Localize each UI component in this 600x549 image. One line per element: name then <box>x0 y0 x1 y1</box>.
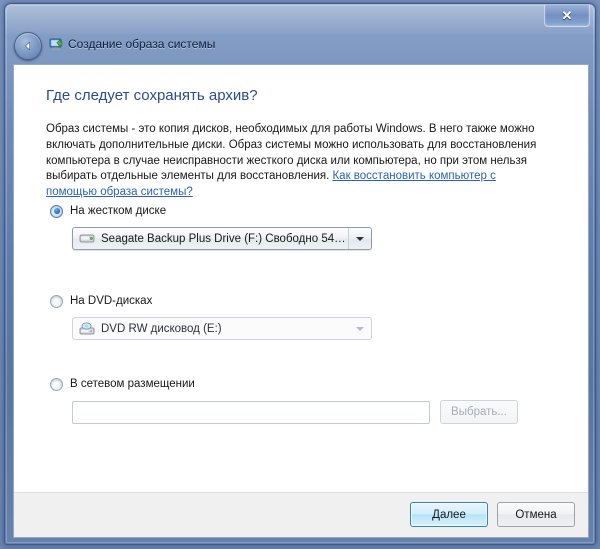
back-button[interactable] <box>14 32 42 60</box>
browse-button[interactable]: Выбрать... <box>440 400 518 424</box>
close-button[interactable]: ✕ <box>544 5 590 27</box>
footer-button-group: Далее Отмена <box>410 502 575 527</box>
network-path-row: Выбрать... <box>72 400 518 424</box>
next-button[interactable]: Далее <box>410 502 488 527</box>
wizard-page: Где следует сохранять архив? Образ систе… <box>14 65 588 493</box>
dvd-combobox[interactable]: DVD RW дисковод (E:) <box>72 317 372 340</box>
option-dvd: На DVD-дисках DVD RW диск <box>50 293 152 309</box>
radio-hard-disk-label: На жестком диске <box>70 205 166 217</box>
dvd-drive-icon <box>79 321 95 337</box>
radio-network-label: В сетевом размещении <box>70 378 195 390</box>
system-image-icon <box>48 37 64 53</box>
chevron-down-icon-dvd[interactable] <box>349 327 371 331</box>
titlebar: ✕ Создание образа системы <box>5 4 596 66</box>
back-arrow-icon <box>15 33 41 59</box>
chevron-down-icon[interactable] <box>348 228 371 249</box>
window-title: Создание образа системы <box>68 37 215 51</box>
radio-hard-disk-indicator[interactable] <box>50 205 63 218</box>
page-description: Образ системы - это копия дисков, необхо… <box>46 122 550 201</box>
option-hard-disk: На жестком диске Seagate Backup Plus Dri… <box>50 203 166 219</box>
page-title: Где следует сохранять архив? <box>46 87 258 104</box>
dialog-client-area: Где следует сохранять архив? Образ систе… <box>13 64 589 538</box>
dialog-footer: Далее Отмена <box>14 492 588 537</box>
dvd-combobox-value: DVD RW дисковод (E:) <box>101 323 349 335</box>
radio-network[interactable]: В сетевом размещении <box>50 376 195 392</box>
radio-dvd-label: На DVD-дисках <box>70 295 152 307</box>
network-path-input[interactable] <box>72 401 430 424</box>
option-network: В сетевом размещении Выбрать... <box>50 376 195 392</box>
hard-drive-icon <box>79 231 95 247</box>
close-icon: ✕ <box>545 5 589 26</box>
screen: ✕ Создание образа системы <box>0 0 600 549</box>
radio-hard-disk[interactable]: На жестком диске <box>50 203 166 219</box>
radio-network-indicator[interactable] <box>50 378 63 391</box>
radio-dvd[interactable]: На DVD-дисках <box>50 293 152 309</box>
hard-disk-combobox[interactable]: Seagate Backup Plus Drive (F:) Свободно … <box>72 227 372 250</box>
cancel-button[interactable]: Отмена <box>497 502 575 527</box>
hard-disk-combobox-value: Seagate Backup Plus Drive (F:) Свободно … <box>101 233 348 245</box>
radio-dvd-indicator[interactable] <box>50 295 63 308</box>
system-image-dialog-window: ✕ Создание образа системы <box>4 3 596 545</box>
